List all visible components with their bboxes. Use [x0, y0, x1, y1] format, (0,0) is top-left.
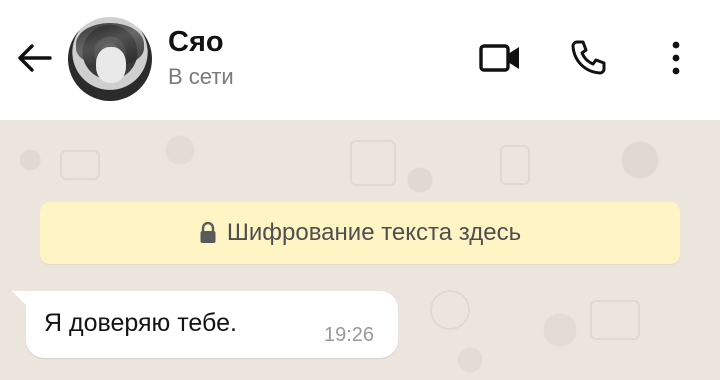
contact-status: В сети [168, 64, 234, 89]
chat-header: Сяо В сети [0, 0, 720, 120]
message-text: Я доверяю тебе. [44, 309, 237, 337]
video-call-button[interactable] [476, 36, 524, 80]
lock-icon [200, 222, 216, 243]
encryption-notice[interactable]: Шифрование текста здесь [40, 202, 680, 264]
contact-avatar[interactable] [68, 17, 152, 101]
wallpaper-doodle [590, 300, 640, 340]
wallpaper-doodle [60, 150, 100, 180]
wallpaper-doodle [430, 290, 470, 330]
message-bubble-incoming[interactable]: Я доверяю тебе. 19:26 [26, 291, 398, 358]
wallpaper-doodle [500, 145, 530, 185]
back-button[interactable] [14, 38, 54, 78]
video-camera-icon [479, 44, 519, 72]
more-options-button[interactable] [652, 36, 700, 80]
arrow-left-icon [18, 44, 52, 72]
avatar-face [96, 47, 126, 83]
contact-name[interactable]: Сяо [168, 26, 224, 59]
more-vertical-icon [672, 41, 680, 75]
encryption-notice-text: Шифрование текста здесь [226, 219, 522, 246]
wallpaper-doodle [350, 140, 396, 186]
phone-icon [571, 40, 606, 75]
voice-call-button[interactable] [564, 36, 612, 80]
message-timestamp: 19:26 [324, 324, 375, 346]
